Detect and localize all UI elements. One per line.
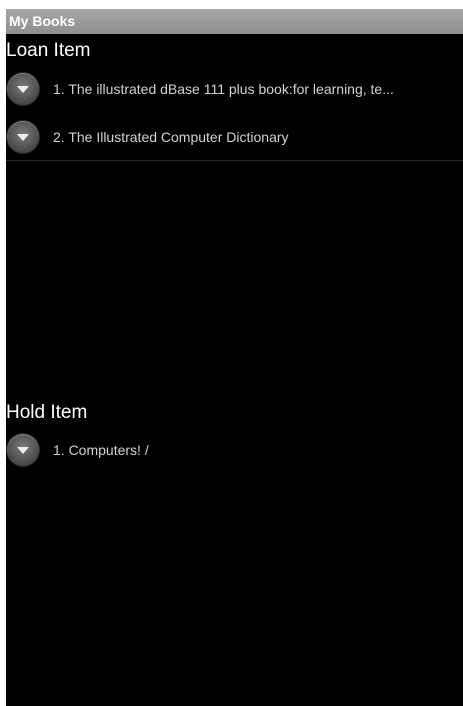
hold-item-1-label: 1. Computers! / bbox=[53, 442, 149, 458]
hold-item-1[interactable]: 1. Computers! / bbox=[6, 431, 463, 469]
book-list[interactable]: Loan Item 1. The illustrated dBase 111 p… bbox=[6, 34, 463, 706]
app-title: My Books bbox=[9, 13, 76, 29]
screen: My Books Loan Item 1. The illustrated dB… bbox=[0, 0, 463, 706]
loan-section-header: Loan Item bbox=[6, 40, 91, 61]
loan-section-divider bbox=[6, 160, 463, 161]
hold-section-header: Hold Item bbox=[6, 402, 88, 423]
loan-item-2[interactable]: 2. The Illustrated Computer Dictionary bbox=[6, 118, 463, 156]
loan-item-2-label: 2. The Illustrated Computer Dictionary bbox=[53, 129, 289, 145]
loan-item-1[interactable]: 1. The illustrated dBase 111 plus book:f… bbox=[6, 70, 463, 108]
chevron-down-icon[interactable] bbox=[7, 73, 39, 105]
chevron-down-icon[interactable] bbox=[7, 121, 39, 153]
chevron-down-icon[interactable] bbox=[7, 434, 39, 466]
loan-item-1-label: 1. The illustrated dBase 111 plus book:f… bbox=[53, 81, 394, 97]
title-bar: My Books bbox=[6, 9, 463, 34]
